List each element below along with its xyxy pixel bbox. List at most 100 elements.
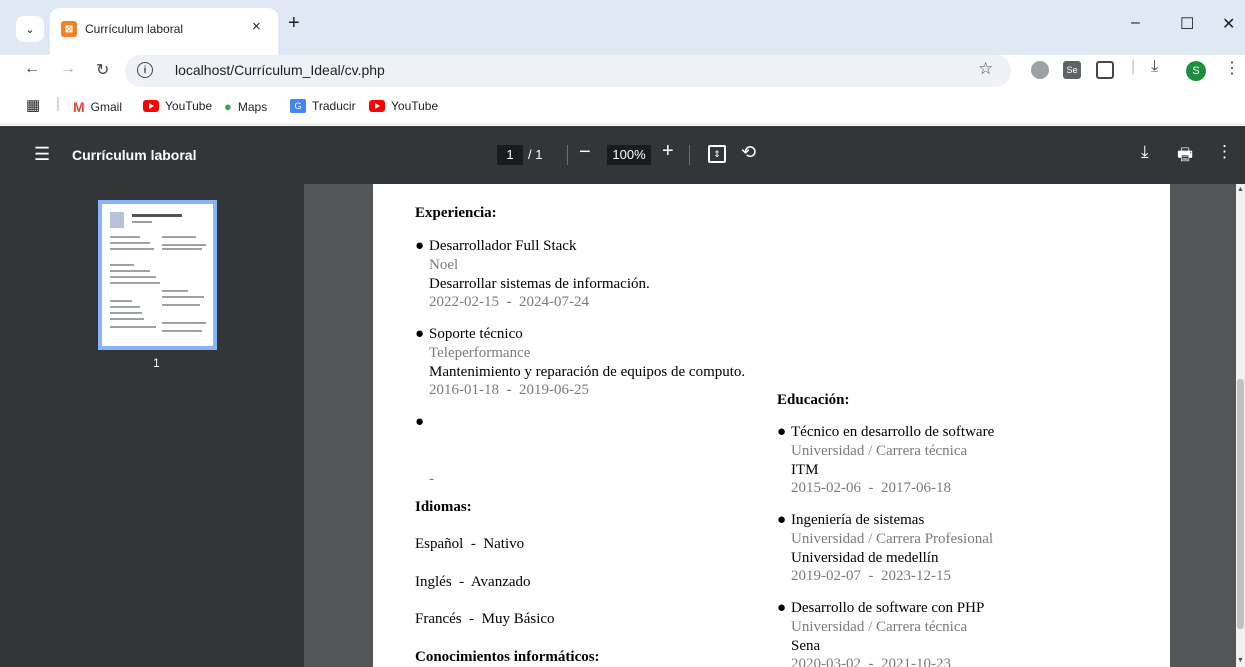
- thumbnail-line: [110, 312, 142, 314]
- active-tab[interactable]: ⊠ Currículum laboral ×: [50, 8, 278, 55]
- close-window-button[interactable]: ✕: [1222, 14, 1235, 34]
- education-title: Desarrollo de software con PHP: [791, 600, 985, 616]
- xampp-favicon-icon: ⊠: [61, 21, 77, 37]
- experience-dates: 2016-01-18 - 2019-06-25: [429, 382, 589, 398]
- minimize-button[interactable]: –: [1131, 14, 1140, 32]
- bookmark-youtube[interactable]: YouTube: [143, 99, 212, 113]
- profile-avatar[interactable]: S: [1186, 61, 1206, 81]
- experience-description: Desarrollar sistemas de información.: [429, 276, 650, 292]
- extension-shield-icon[interactable]: [1031, 61, 1049, 79]
- bookmark-traducir[interactable]: G Traducir: [290, 99, 356, 113]
- scroll-up-arrow-icon[interactable]: ▲: [1237, 186, 1244, 193]
- forward-arrow-icon[interactable]: →: [60, 60, 76, 78]
- thumbnail-line: [110, 236, 140, 238]
- thumbnail-line: [110, 326, 156, 328]
- thumbnail-line: [110, 300, 132, 302]
- bullet: ●: [777, 424, 787, 440]
- cv-page: Experiencia: ● Desarrollador Full Stack …: [373, 184, 1170, 667]
- thumbnail-page-preview: [102, 204, 213, 346]
- bookmarks-bar: ▦ | M Gmail YouTube ● Maps G Traducir Yo…: [0, 87, 1245, 125]
- thumbnail-line: [162, 244, 206, 246]
- extensions-puzzle-icon[interactable]: [1096, 61, 1114, 79]
- pdf-more-icon[interactable]: ⋮: [1216, 142, 1233, 162]
- education-dates: 2020-03-02 - 2021-10-23: [791, 656, 951, 667]
- pdf-toolbar: ☰ Currículum laboral 1 / 1 − 100% + ⇕ ⟲ …: [0, 126, 1245, 184]
- language-item: Francés - Muy Básico: [415, 611, 555, 627]
- zoom-in-button[interactable]: +: [662, 140, 674, 163]
- education-type: Universidad / Carrera técnica: [791, 443, 968, 459]
- translate-icon: G: [290, 99, 306, 113]
- thumbnail-page-number: 1: [153, 356, 160, 370]
- experience-role: Soporte técnico: [429, 326, 523, 342]
- browser-toolbar: ← → ↻ i localhost/Currículum_Ideal/cv.ph…: [0, 55, 1245, 87]
- pdf-viewer: Experiencia: ● Desarrollador Full Stack …: [304, 184, 1236, 667]
- education-type: Universidad / Carrera Profesional: [791, 531, 994, 547]
- pdf-download-icon[interactable]: ⤓: [1141, 142, 1149, 162]
- bullet: ●: [777, 512, 787, 528]
- download-icon[interactable]: ⤓: [1151, 58, 1158, 76]
- maps-pin-icon: ●: [224, 99, 232, 114]
- address-bar[interactable]: i localhost/Currículum_Ideal/cv.php ☆: [125, 55, 1011, 87]
- zoom-out-button[interactable]: −: [579, 141, 591, 164]
- bullet: ●: [415, 238, 425, 254]
- fit-to-page-icon[interactable]: ⇕: [708, 145, 726, 163]
- thumbnail-photo: [110, 212, 124, 228]
- reload-icon[interactable]: ↻: [96, 60, 109, 80]
- thumbnail-line: [162, 304, 200, 306]
- tab-strip: ⌄ ⊠ Currículum laboral × + – ☐ ✕: [0, 0, 1245, 55]
- selenium-extension-icon[interactable]: Se: [1063, 61, 1081, 79]
- scrollbar-thumb[interactable]: [1237, 379, 1244, 629]
- new-tab-button[interactable]: +: [288, 12, 300, 35]
- zoom-level-input[interactable]: 100%: [607, 145, 651, 165]
- bullet: ●: [415, 414, 425, 430]
- maximize-button[interactable]: ☐: [1180, 14, 1194, 34]
- youtube-icon: [143, 100, 159, 112]
- toolbar-separator: [567, 145, 568, 165]
- page-total: / 1: [528, 147, 543, 162]
- bullet: ●: [415, 326, 425, 342]
- pdf-menu-icon[interactable]: ☰: [34, 144, 50, 165]
- chrome-menu-icon[interactable]: ⋮: [1224, 58, 1240, 78]
- tab-title: Currículum laboral: [85, 22, 184, 36]
- back-arrow-icon[interactable]: ←: [24, 60, 40, 78]
- bookmark-star-icon[interactable]: ☆: [978, 59, 993, 79]
- page-thumbnail[interactable]: [98, 200, 217, 350]
- bookmark-label: YouTube: [165, 99, 213, 113]
- bookmark-maps[interactable]: ● Maps: [224, 99, 267, 114]
- thumbnail-line: [110, 248, 154, 250]
- thumbnail-line: [132, 221, 152, 223]
- site-info-icon[interactable]: i: [137, 62, 153, 78]
- pdf-print-icon[interactable]: 🖶: [1177, 142, 1193, 171]
- thumbnail-line: [110, 264, 134, 266]
- document-scrollbar[interactable]: ▲ ▼: [1236, 184, 1245, 667]
- education-title: Ingeniería de sistemas: [791, 512, 925, 528]
- education-institution: ITM: [791, 462, 819, 478]
- education-dates: 2015-02-06 - 2017-06-18: [791, 480, 951, 496]
- pdf-title: Currículum laboral: [72, 147, 197, 163]
- tab-search-chevron-icon[interactable]: ⌄: [16, 16, 44, 42]
- thumbnail-line: [162, 322, 206, 324]
- page-number-input[interactable]: 1: [497, 145, 523, 165]
- toolbar-separator: [689, 145, 690, 165]
- thumbnail-line: [110, 276, 156, 278]
- bookmark-label: YouTube: [391, 99, 439, 113]
- bookmark-gmail[interactable]: M Gmail: [73, 99, 122, 115]
- experience-dates: 2022-02-15 - 2024-07-24: [429, 294, 589, 310]
- bullet: ●: [777, 600, 787, 616]
- education-institution: Universidad de medellín: [791, 550, 939, 566]
- computer-skills-heading: Conocimientos informáticos:: [415, 649, 600, 665]
- thumbnail-line: [162, 296, 204, 298]
- bookmark-youtube-2[interactable]: YouTube: [369, 99, 438, 113]
- apps-grid-icon[interactable]: ▦: [26, 96, 40, 114]
- scroll-down-arrow-icon[interactable]: ▼: [1237, 657, 1244, 664]
- url-text[interactable]: localhost/Currículum_Ideal/cv.php: [175, 62, 385, 78]
- thumbnail-line: [162, 290, 188, 292]
- tab-close-icon[interactable]: ×: [252, 18, 261, 35]
- experience-dates: -: [429, 471, 434, 487]
- education-institution: Sena: [791, 638, 821, 654]
- thumbnail-line: [162, 330, 202, 332]
- rotate-icon[interactable]: ⟲: [741, 142, 756, 163]
- gmail-icon: M: [73, 99, 85, 115]
- bookmark-label: Traducir: [312, 99, 356, 113]
- bookmark-label: Gmail: [90, 100, 123, 114]
